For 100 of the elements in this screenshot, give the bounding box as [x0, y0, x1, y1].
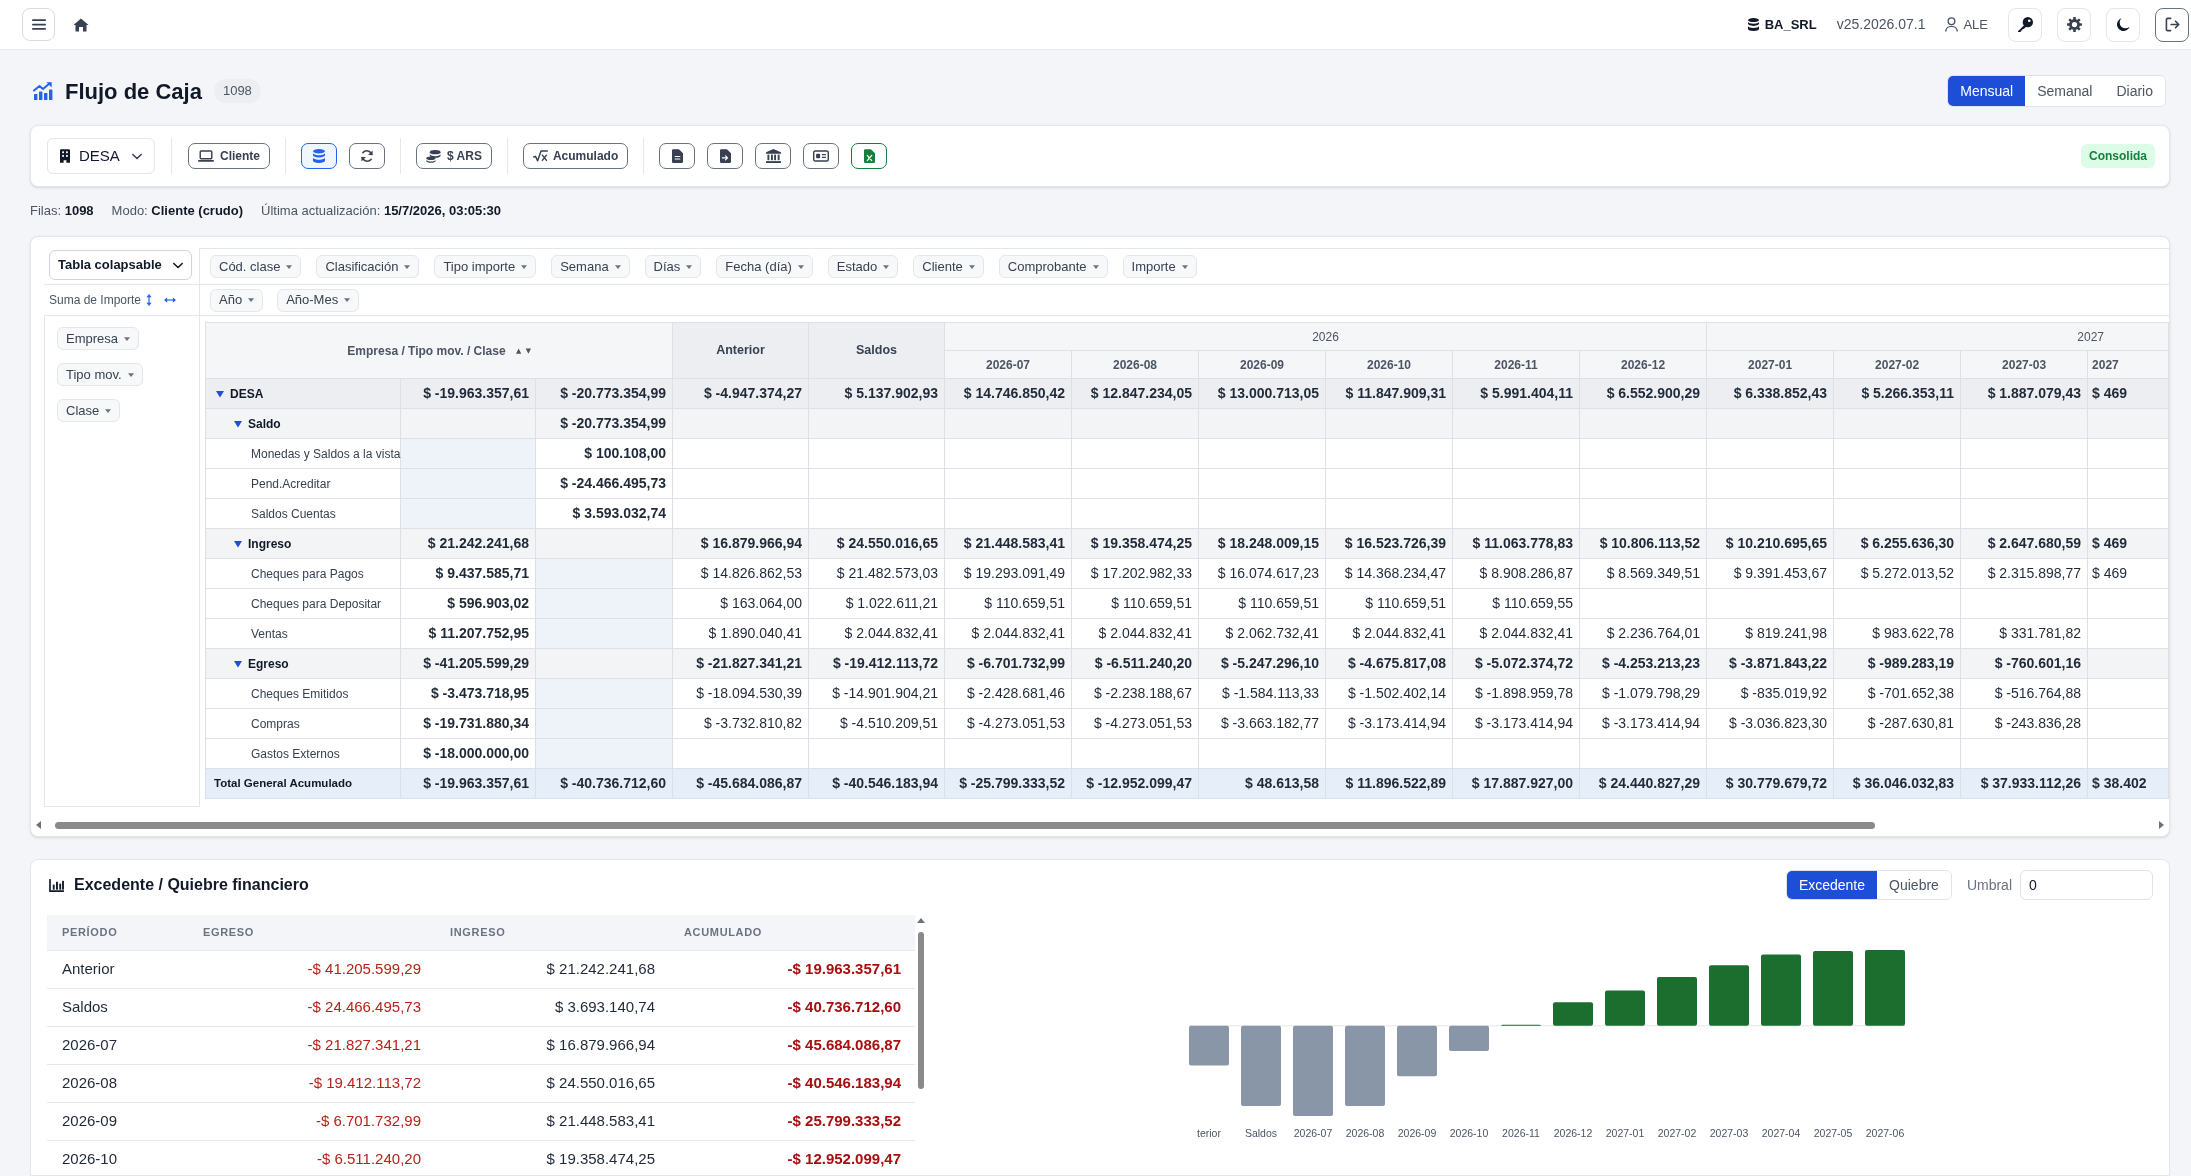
menu-button[interactable] [22, 8, 55, 41]
info-text: Modo: Cliente (crudo) [111, 202, 244, 221]
column-header[interactable]: 2026-11 [1452, 350, 1580, 379]
card-button[interactable] [803, 143, 840, 169]
table-cell: $ -25.799.333,52 [944, 768, 1072, 799]
column-header[interactable]: 2027 [2087, 350, 2169, 379]
column-header[interactable]: Anterior [672, 322, 809, 379]
horizontal-scrollbar[interactable] [36, 820, 2164, 830]
column-header[interactable]: 2026-08 [1071, 350, 1199, 379]
table-cell: $ 331.781,82 [1960, 618, 2088, 649]
field-chip[interactable]: Cód. clase [210, 255, 302, 278]
column-header[interactable]: 2026-07 [944, 350, 1072, 379]
table-cell: $ 21.242.241,68 [400, 528, 536, 559]
field-chip[interactable]: Clasificación [316, 255, 420, 278]
threshold-input[interactable]: 0 [2020, 870, 2153, 900]
file-import-icon [719, 149, 731, 163]
key-button[interactable] [2008, 7, 2042, 42]
column-header[interactable]: 2026-12 [1579, 350, 1707, 379]
table-cell: $ 5.266.353,11 [1833, 378, 1961, 409]
table-cell: $ -2.238.188,67 [1071, 678, 1199, 709]
field-chip[interactable]: Comprobante [998, 255, 1108, 278]
field-chip[interactable]: Cliente [913, 255, 984, 278]
table-cell: $ -19.963.357,61 [400, 768, 536, 799]
logout-icon [2164, 17, 2180, 32]
field-chip[interactable]: Clase [57, 399, 121, 422]
mode-button[interactable]: Cliente [188, 143, 270, 169]
table-cell: $ -3.871.843,22 [1706, 648, 1834, 679]
company-select[interactable]: DESA [47, 138, 155, 174]
field-chip[interactable]: Tipo importe [434, 255, 537, 278]
table-cell: $ 3.693.140,74 [435, 988, 669, 1026]
bank-button[interactable] [755, 143, 792, 169]
sort-icon[interactable] [146, 294, 153, 306]
table-cell: $ -4.273.051,53 [1071, 708, 1199, 739]
table-cell: $ -5.247.296,10 [1198, 648, 1326, 679]
chart-bar [1553, 1002, 1593, 1026]
table-cell: $ -20.773.354,99 [535, 378, 673, 409]
table-cell: 2026-07 [47, 1026, 188, 1064]
database-icon [1747, 18, 1759, 31]
user-name: ALE [1963, 15, 1988, 34]
field-chip[interactable]: Año-Mes [277, 288, 360, 312]
column-header[interactable]: 2027-03 [1960, 350, 2088, 379]
caret-down-icon[interactable] [234, 419, 242, 428]
field-chip[interactable]: Días [644, 255, 702, 278]
column-header[interactable]: Saldos [808, 322, 945, 379]
bar-chart-icon [49, 878, 64, 892]
settings-button[interactable] [2057, 7, 2091, 42]
table-cell: $ 6.552.900,29 [1579, 378, 1707, 409]
file-icon [671, 149, 683, 163]
table-cell: $ -1.079.798,29 [1579, 678, 1707, 709]
column-group-header: 2026 [944, 322, 1707, 351]
table-cell: $ 36.046.032,83 [1833, 768, 1961, 799]
table-cell: $ 9.391.453,67 [1706, 558, 1834, 589]
caret-down-icon[interactable] [234, 659, 242, 668]
caret-down-icon[interactable] [234, 539, 242, 548]
column-header[interactable]: 2026-09 [1198, 350, 1326, 379]
accumulate-button[interactable]: Acumulado [522, 143, 629, 169]
table-cell: $ -3.732.810,82 [672, 708, 809, 739]
field-chip[interactable]: Empresa [57, 327, 140, 350]
caret-down-icon[interactable] [216, 389, 224, 398]
field-chip[interactable]: Estado [827, 255, 899, 278]
table-cell: Anterior [47, 950, 188, 988]
table-cell: $ 1.890.040,41 [672, 618, 809, 649]
field-chip[interactable]: Importe [1122, 255, 1197, 278]
table-cell: $ -2.428.681,46 [944, 678, 1072, 709]
moon-icon [2116, 18, 2130, 31]
renderer-select[interactable]: Tabla colapsable [49, 250, 192, 280]
field-chip[interactable]: Año [210, 288, 264, 312]
spreadsheet-button[interactable] [851, 143, 888, 169]
field-chip[interactable]: Semana [551, 255, 630, 278]
theme-button[interactable] [2106, 7, 2140, 42]
chevron-down-icon [132, 152, 142, 160]
mode-tab[interactable]: Excedente [1786, 871, 1878, 899]
column-header: Empresa / Tipo mov. / Clase [347, 342, 506, 360]
period-tab[interactable]: Mensual [1948, 76, 2026, 106]
row-label: Ingreso [248, 535, 292, 553]
file-import-button[interactable] [707, 143, 744, 169]
table-cell: $ 14.746.850,42 [944, 378, 1072, 409]
database-toggle[interactable] [301, 143, 337, 169]
sort-icon[interactable] [515, 347, 531, 354]
file-button[interactable] [659, 143, 696, 169]
table-cell: -$ 25.799.333,52 [669, 1102, 915, 1140]
caret-icon [127, 372, 134, 377]
field-chip[interactable]: Fecha (día) [716, 255, 813, 278]
column-header[interactable]: 2027-01 [1706, 350, 1834, 379]
column-header[interactable]: 2026-10 [1325, 350, 1453, 379]
logout-button[interactable] [2155, 7, 2189, 42]
table-cell: $ 8.569.349,51 [1579, 558, 1707, 589]
database-name: BA_SRL [1764, 15, 1817, 34]
column-header[interactable]: 2027-02 [1833, 350, 1961, 379]
field-chip[interactable]: Tipo mov. [57, 363, 143, 386]
currency-button[interactable]: $ ARS [416, 143, 492, 169]
axis-label: 2026-12 [1553, 1127, 1593, 1139]
table-cell: $ -18.000.000,00 [400, 738, 536, 769]
table-cell: $ 469 [2087, 558, 2169, 589]
table-cell: $ -760.601,16 [1960, 648, 2088, 679]
refresh-button[interactable] [349, 143, 385, 169]
home-icon[interactable] [73, 17, 89, 32]
caret-icon [124, 336, 131, 341]
table-cell: $ 596.903,02 [400, 588, 536, 619]
swap-icon[interactable] [164, 297, 177, 303]
